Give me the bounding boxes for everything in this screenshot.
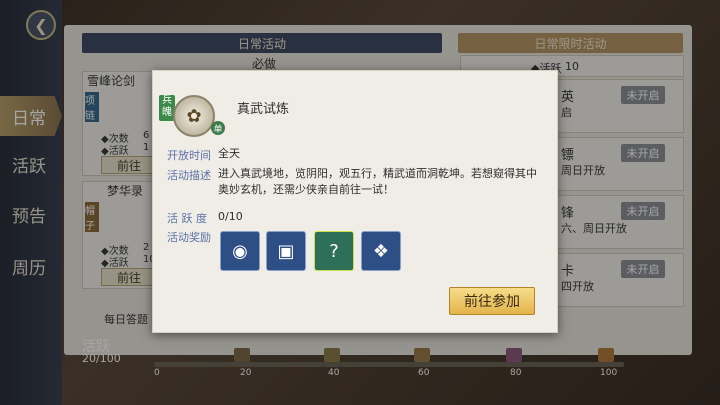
- open-time-label: 开放时间: [167, 149, 211, 162]
- description-value: 进入真武境地，览阴阳，观五行，精武道而洞乾坤。若想窥得其中奥妙玄机，还需少侠亲自…: [218, 167, 537, 196]
- activity-detail-modal: 兵魄 ✿ 单 真武试炼 开放时间 全天 活动描述 进入真武境地，览阴阳，观五行，…: [152, 70, 558, 333]
- description-label: 活动描述: [167, 169, 211, 182]
- activity-points-label: 活 跃 度: [167, 212, 207, 225]
- single-player-badge: 单: [211, 121, 225, 135]
- golden-orb-icon[interactable]: ◉: [220, 231, 260, 271]
- silver-coin-icon[interactable]: ▣: [266, 231, 306, 271]
- rewards-label: 活动奖励: [167, 231, 211, 244]
- activity-title: 真武试炼: [237, 102, 290, 117]
- gear-emblem-icon: ✿: [173, 95, 215, 137]
- join-activity-button[interactable]: 前往参加: [449, 287, 535, 315]
- activity-points-value: 0/10: [218, 210, 243, 223]
- open-time-value: 全天: [218, 147, 240, 160]
- mystery-box-icon[interactable]: ?: [314, 231, 354, 271]
- jade-crystal-icon[interactable]: ❖: [361, 231, 401, 271]
